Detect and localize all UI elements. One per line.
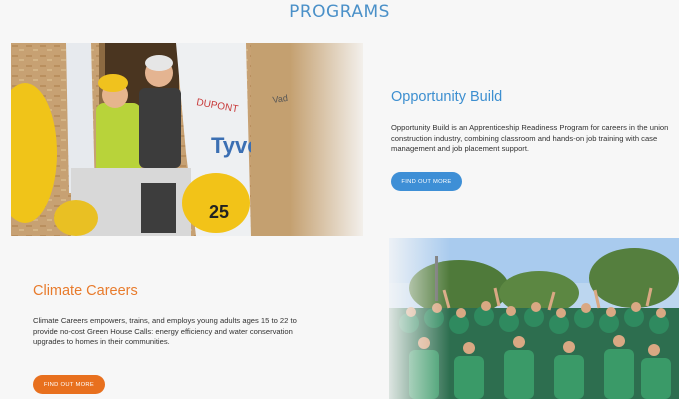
climate-careers-find-out-more-button[interactable]: FIND OUT MORE: [33, 375, 105, 394]
svg-text:Vad: Vad: [272, 93, 289, 105]
hardhat-number-text: 25: [209, 202, 229, 222]
opportunity-build-find-out-more-button[interactable]: FIND OUT MORE: [391, 172, 462, 191]
climate-careers-title: Climate Careers: [33, 283, 138, 299]
opportunity-build-description: Opportunity Build is an Apprenticeship R…: [391, 123, 669, 153]
climate-careers-description: Climate Careers empowers, trains, and em…: [33, 316, 297, 346]
programs-heading: PROGRAMS: [289, 2, 390, 22]
photo-fade-left: [380, 238, 450, 399]
opportunity-build-title: Opportunity Build: [391, 89, 503, 105]
programs-page: PROGRAMS DUPONT Tyvek 25 Vad Opportunity…: [0, 0, 679, 399]
photo-fade-right: [290, 43, 370, 236]
